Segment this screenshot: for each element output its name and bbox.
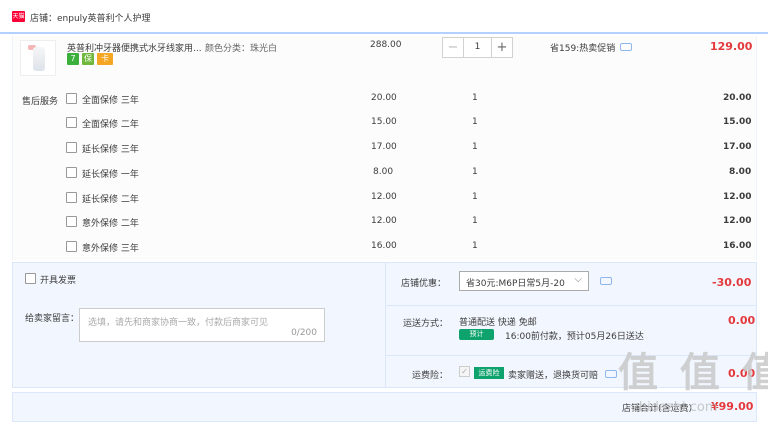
panel-divider [385,262,386,388]
service-price: 15.00 [371,117,397,127]
seven-day-return-icon: 7 [67,53,79,65]
service-checkbox[interactable] [66,117,77,128]
discount-amount: -30.00 [712,276,752,289]
chevron-down-icon: ⌵ [574,274,582,285]
service-qty: 1 [472,93,478,103]
message-placeholder: 选填，请先和商家协商一致，付款后商家可见 [88,318,269,328]
clock-icon: 预计 [459,329,494,340]
product-subtotal: 129.00 [710,40,753,53]
service-name[interactable]: 意外保修 三年 [82,241,139,254]
service-name[interactable]: 延长保修 一年 [82,167,139,180]
invoice-label[interactable]: 开具发票 [40,273,76,286]
message-label: 给卖家留言： [25,314,80,324]
invoice-checkbox[interactable] [25,273,36,284]
credit-card-icon: 卡 [97,53,113,65]
shipping-label: 运送方式： [403,319,449,329]
service-total: 8.00 [729,167,752,177]
promotion-info-icon[interactable] [620,43,632,51]
message-input[interactable]: 选填，请先和商家协商一致，付款后商家可见 0/200 [79,308,325,342]
insurance-checkbox[interactable]: ✓ [459,366,470,377]
quantity-stepper[interactable]: − 1 + [442,37,513,58]
shop-name[interactable]: 店铺：enpuly英普利个人护理 [30,11,151,24]
discount-label: 店铺优惠： [401,279,447,289]
service-qty: 1 [472,241,478,251]
service-name[interactable]: 全面保修 三年 [82,93,139,106]
shipping-method: 普通配送 快递 免邮 [459,318,537,328]
service-qty: 1 [472,142,478,152]
service-price: 16.00 [371,241,397,251]
service-name[interactable]: 延长保修 二年 [82,192,139,205]
promotion-label: 省159:热卖促销 [550,44,616,54]
service-qty: 1 [472,192,478,202]
discount-selected: 省30元:M6P日常5月-20 [466,279,565,289]
quantity-input[interactable]: 1 [463,38,492,57]
quantity-increase-button[interactable]: + [492,38,512,57]
service-price: 12.00 [371,192,397,202]
service-checkbox[interactable] [66,216,77,227]
insurance-info-icon[interactable] [605,370,617,378]
service-qty: 1 [472,216,478,226]
service-price: 8.00 [373,167,394,177]
service-qty: 1 [472,117,478,127]
shipping-cost: 0.00 [728,314,756,327]
service-price: 17.00 [371,142,397,152]
insurance-text: 卖家赠送，退换货可赔 [508,371,599,381]
site-watermark: 值 值 值 [618,349,768,396]
unit-price: 288.00 [370,40,402,50]
panel-divider [386,305,757,306]
tmall-badge: 天猫 [12,11,25,22]
service-checkbox[interactable] [66,241,77,252]
service-total: 15.00 [723,117,752,127]
guarantee-icon: 保 [82,53,94,65]
product-spec: 颜色分类：珠光白 [205,44,278,54]
service-total: 17.00 [723,142,752,152]
service-price: 20.00 [371,93,397,103]
service-name[interactable]: 意外保修 二年 [82,216,139,229]
service-total: 12.00 [723,192,752,202]
service-price: 12.00 [371,216,397,226]
product-image-device [33,47,45,71]
discount-info-icon[interactable] [600,277,612,285]
service-name[interactable]: 延长保修 三年 [82,142,139,155]
service-checkbox[interactable] [66,192,77,203]
quantity-decrease-button[interactable]: − [443,38,463,57]
product-image[interactable] [20,40,56,76]
service-total: 16.00 [723,241,752,251]
service-total: 20.00 [723,93,752,103]
insurance-label: 运费险： [412,371,449,381]
service-checkbox[interactable] [66,142,77,153]
site-watermark-url: zhidezhi.com [632,400,718,415]
insurance-badge: 运费险 [474,367,504,379]
service-checkbox[interactable] [66,93,77,104]
service-checkbox[interactable] [66,167,77,178]
message-counter: 0/200 [291,328,317,338]
service-qty: 1 [472,167,478,177]
service-total: 12.00 [723,216,752,226]
service-name[interactable]: 全面保修 二年 [82,117,139,130]
services-label: 售后服务 [22,97,59,107]
discount-select[interactable]: 省30元:M6P日常5月-20 ⌵ [459,271,589,291]
